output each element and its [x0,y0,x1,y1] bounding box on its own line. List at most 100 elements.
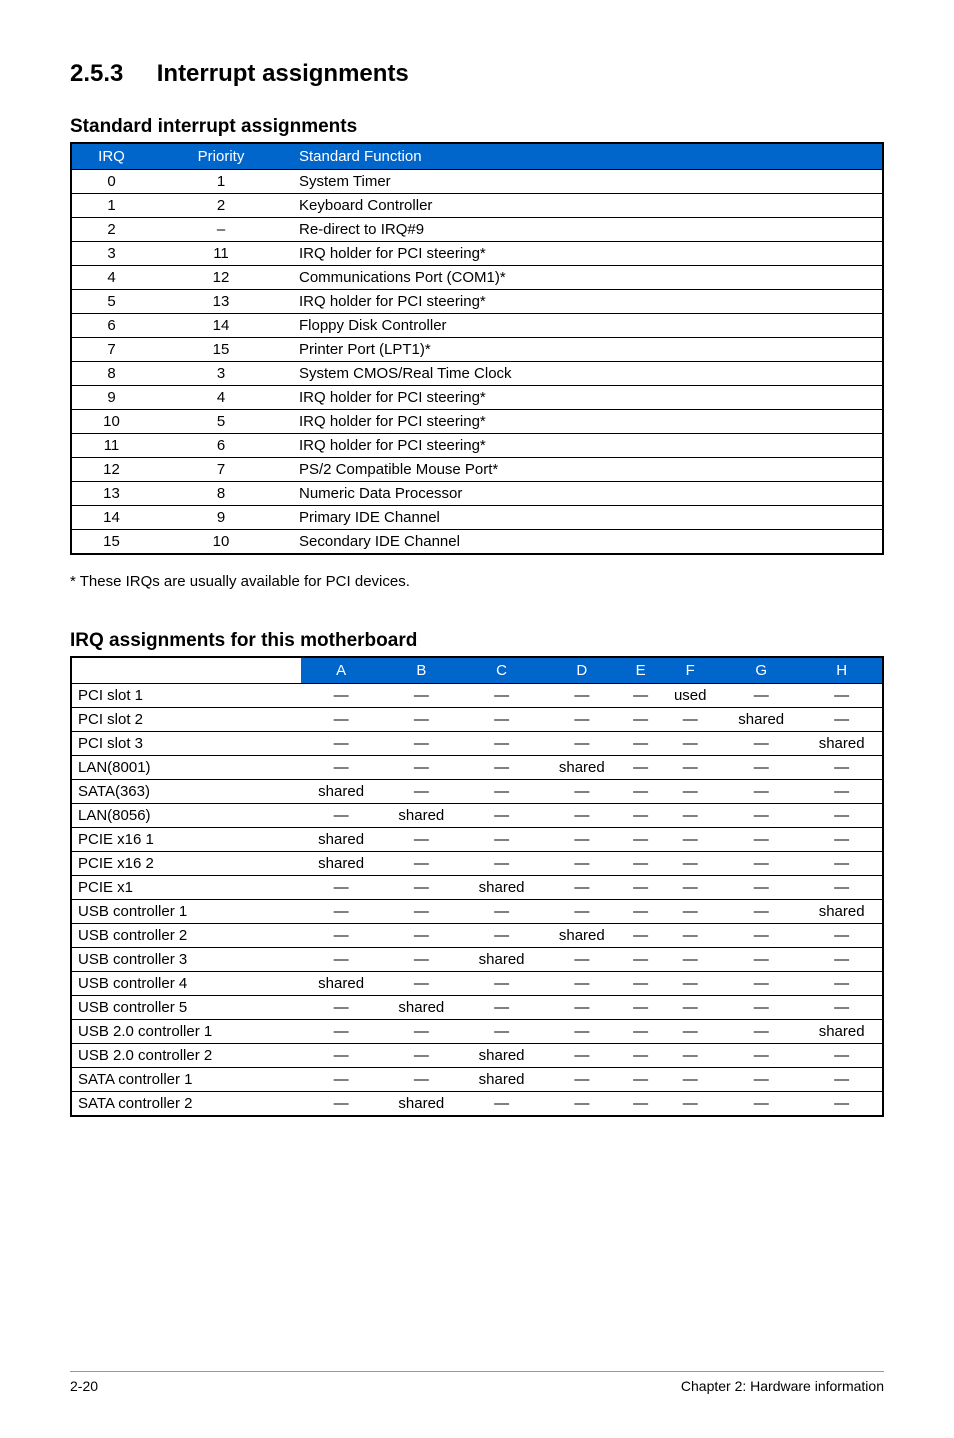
table-cell: shared [461,948,541,972]
table-cell: — [381,780,461,804]
table-cell: 1 [71,194,151,218]
standard-interrupt-table: IRQ Priority Standard Function 01System … [70,142,884,555]
table-row: USB controller 1———————shared [71,900,883,924]
col-header: F [659,657,721,684]
table-cell: 14 [151,314,291,338]
row-label: USB controller 5 [71,996,301,1020]
table-cell: 15 [151,338,291,362]
table-cell: — [461,780,541,804]
table-cell: — [622,1044,659,1068]
row-label: USB controller 3 [71,948,301,972]
table-cell: — [801,756,883,780]
table-cell: — [622,924,659,948]
col-header: D [542,657,622,684]
table-cell: — [622,972,659,996]
table-cell: — [542,996,622,1020]
table-cell: — [542,1068,622,1092]
table-cell: — [301,1044,381,1068]
table-cell: — [721,852,801,876]
row-label: USB 2.0 controller 1 [71,1020,301,1044]
table-cell: — [721,1068,801,1092]
table-cell: — [721,780,801,804]
table-cell: IRQ holder for PCI steering* [291,410,883,434]
table-cell: — [542,780,622,804]
table-row: PCI slot 1—————used—— [71,684,883,708]
table-row: LAN(8056)—shared—————— [71,804,883,828]
table-cell: — [801,684,883,708]
table-cell: — [801,804,883,828]
table-cell: — [721,876,801,900]
table-cell: 12 [151,266,291,290]
table-cell: — [381,1044,461,1068]
section-title-text: Interrupt assignments [157,60,409,87]
table-cell: — [381,972,461,996]
table-cell: shared [301,972,381,996]
table-cell: shared [301,852,381,876]
row-label: PCIE x1 [71,876,301,900]
table-row: USB controller 4shared——————— [71,972,883,996]
row-label: LAN(8001) [71,756,301,780]
table-cell: — [801,948,883,972]
table-cell: — [622,900,659,924]
table-cell: — [721,948,801,972]
table-cell: — [381,756,461,780]
table-cell: Communications Port (COM1)* [291,266,883,290]
irq-table-title: IRQ assignments for this motherboard [70,630,884,652]
table-cell: 1 [151,170,291,194]
table-cell: — [542,1092,622,1117]
table-cell: — [542,972,622,996]
table-cell: — [721,900,801,924]
table-cell: 5 [151,410,291,434]
table-cell: — [659,996,721,1020]
table-cell: shared [801,732,883,756]
table-cell: — [301,708,381,732]
row-label: USB controller 1 [71,900,301,924]
table-cell: — [461,972,541,996]
table-cell: 8 [151,482,291,506]
table-cell: — [542,1020,622,1044]
table-cell: — [461,996,541,1020]
table-cell: PS/2 Compatible Mouse Port* [291,458,883,482]
table-cell: — [721,804,801,828]
table-cell: — [461,1020,541,1044]
table-cell: 10 [71,410,151,434]
table-row: USB 2.0 controller 2——shared————— [71,1044,883,1068]
table-cell: shared [801,900,883,924]
table-cell: shared [542,924,622,948]
table-cell: — [381,708,461,732]
table-cell: 11 [71,434,151,458]
table-row: 1510Secondary IDE Channel [71,530,883,555]
table-cell: — [622,804,659,828]
table-cell: — [622,828,659,852]
table-cell: — [381,684,461,708]
table-cell: shared [461,1068,541,1092]
table-cell: — [301,1092,381,1117]
table-cell: System Timer [291,170,883,194]
table-cell: — [801,972,883,996]
table-header-row: ABCDEFGH [71,657,883,684]
table-cell: — [659,948,721,972]
table-cell: shared [801,1020,883,1044]
table-cell: — [301,756,381,780]
table-header-row: IRQ Priority Standard Function [71,143,883,170]
table-cell: 11 [151,242,291,266]
table-row: PCIE x16 2shared——————— [71,852,883,876]
table-row: 149Primary IDE Channel [71,506,883,530]
table-cell: shared [381,1092,461,1117]
table-cell: — [721,972,801,996]
table-cell: shared [721,708,801,732]
table-cell: — [381,876,461,900]
table-row: 412Communications Port (COM1)* [71,266,883,290]
col-header-function: Standard Function [291,143,883,170]
table-cell: — [659,876,721,900]
table-cell: — [622,948,659,972]
row-label: LAN(8056) [71,804,301,828]
table-row: PCIE x1——shared————— [71,876,883,900]
table-cell: — [622,780,659,804]
table-row: SATA controller 2—shared—————— [71,1092,883,1117]
table-row: 138Numeric Data Processor [71,482,883,506]
table-cell: — [659,732,721,756]
table-cell: — [659,1020,721,1044]
irq-assignment-table: ABCDEFGH PCI slot 1—————used——PCI slot 2… [70,656,884,1117]
col-header-blank [71,657,301,684]
